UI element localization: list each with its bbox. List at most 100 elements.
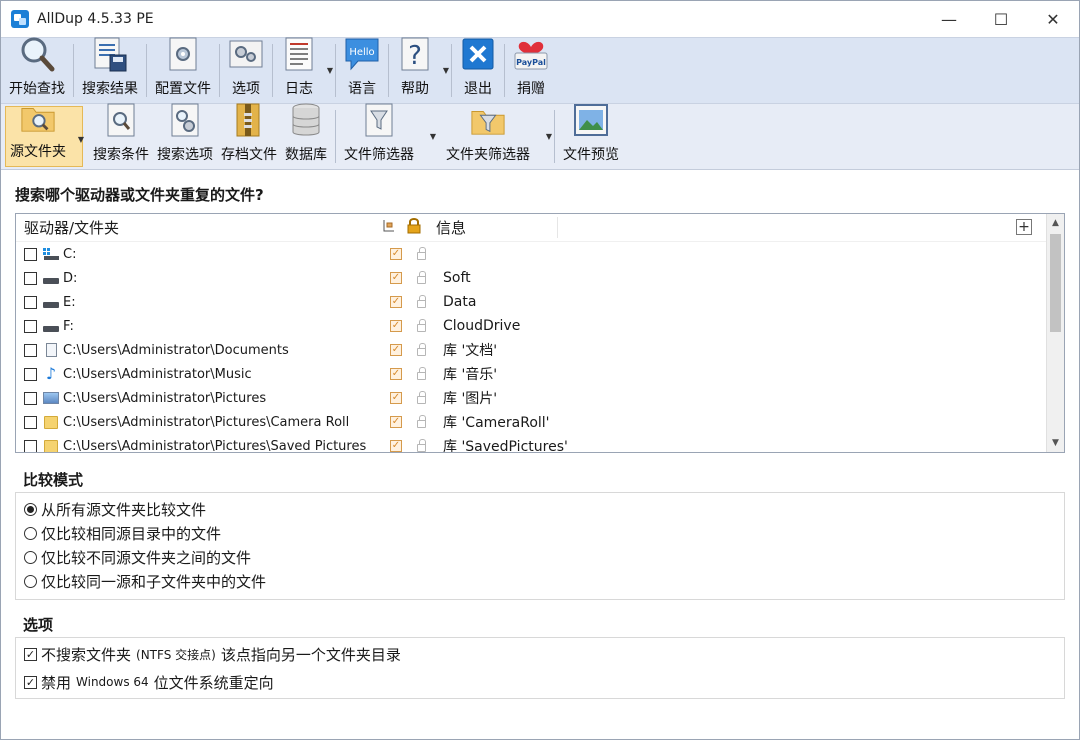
lock-icon[interactable] — [407, 367, 435, 380]
close-button[interactable]: ✕ — [1027, 1, 1079, 37]
row-info: 库 'CameraRoll' — [443, 415, 550, 431]
source-folder-dropdown-icon[interactable]: ▼ — [78, 135, 84, 144]
file-filter-button[interactable]: 文件筛选器 ▼ — [340, 103, 436, 169]
toolbar-separator — [146, 44, 147, 97]
list-item[interactable]: D: ✓ Soft — [16, 266, 1046, 290]
list-scrollbar[interactable]: ▲ ▼ — [1046, 214, 1064, 452]
list-item[interactable]: C:\Users\Administrator\Pictures\Saved Pi… — [16, 434, 1046, 452]
row-checkbox[interactable] — [24, 271, 37, 285]
file-preview-button[interactable]: 文件预览 — [559, 104, 623, 169]
row-checkbox[interactable] — [24, 319, 37, 333]
row-path: C:\Users\Administrator\Pictures — [63, 390, 267, 406]
start-search-button[interactable]: 开始查找 — [5, 35, 69, 103]
row-info: 库 '文档' — [443, 343, 498, 359]
minimize-button[interactable]: — — [923, 1, 975, 37]
search-options-button[interactable]: 搜索选项 — [153, 103, 217, 169]
column-header-info[interactable]: 信息 — [428, 217, 558, 238]
option-checkbox-checked[interactable]: ✓ — [24, 675, 37, 689]
row-checkbox[interactable] — [24, 295, 37, 309]
search-results-button[interactable]: 搜索结果 — [78, 37, 142, 103]
window-controls: — ☐ ✕ — [923, 1, 1079, 37]
add-column-button[interactable]: + — [1016, 219, 1032, 235]
list-item[interactable]: C:\Users\Administrator\Pictures ✓ 库 '图片' — [16, 386, 1046, 410]
include-subfolders-checkbox[interactable]: ✓ — [385, 344, 407, 356]
toolbar-primary: 开始查找 搜索结果 配置文件 选项 日志 ▼ Hello 语言 ? 帮助 ▼ 退… — [1, 37, 1079, 103]
row-checkbox[interactable] — [24, 247, 37, 261]
donate-button[interactable]: PayPal 捐赠 — [509, 38, 553, 103]
log-dropdown-icon[interactable]: ▼ — [327, 66, 333, 75]
search-criteria-button[interactable]: 搜索条件 — [89, 103, 153, 169]
subfolder-flag-column-icon[interactable] — [378, 219, 400, 236]
list-item[interactable]: E: ✓ Data — [16, 290, 1046, 314]
config-file-button[interactable]: 配置文件 — [151, 37, 215, 103]
lock-icon[interactable] — [407, 319, 435, 332]
include-subfolders-checkbox[interactable]: ✓ — [385, 416, 407, 428]
lock-icon[interactable] — [407, 295, 435, 308]
include-subfolders-checkbox[interactable]: ✓ — [385, 368, 407, 380]
folder-filter-icon — [470, 101, 506, 139]
option-skip-ntfs-junctions[interactable]: ✓ 不搜索文件夹 (NTFS 交接点) 该点指向另一个文件夹目录 — [24, 640, 1056, 668]
radio-selected[interactable] — [24, 502, 37, 516]
language-button[interactable]: Hello 语言 — [340, 38, 384, 103]
compare-option-all-sources[interactable]: 从所有源文件夹比较文件 — [24, 497, 1056, 521]
row-checkbox[interactable] — [24, 367, 37, 381]
include-subfolders-checkbox[interactable]: ✓ — [385, 392, 407, 404]
lock-icon[interactable] — [407, 343, 435, 356]
row-checkbox[interactable] — [24, 343, 37, 357]
radio-unselected[interactable] — [24, 550, 37, 564]
drive-c-icon — [42, 246, 60, 262]
source-folder-list[interactable]: 驱动器/文件夹 信息 + C: ✓ D: ✓ Soft E: ✓ Data F:… — [15, 213, 1065, 453]
row-checkbox[interactable] — [24, 415, 37, 429]
database-button[interactable]: 数据库 — [281, 103, 331, 169]
source-question-heading: 搜索哪个驱动器或文件夹重复的文件? — [15, 186, 264, 204]
help-button[interactable]: ? 帮助 ▼ — [393, 37, 449, 103]
row-info: CloudDrive — [443, 318, 521, 334]
exit-button[interactable]: 退出 — [456, 38, 500, 103]
lock-column-icon[interactable] — [400, 217, 428, 238]
lock-icon[interactable] — [407, 247, 435, 260]
radio-unselected[interactable] — [24, 526, 37, 540]
radio-unselected[interactable] — [24, 574, 37, 588]
list-item[interactable]: C: ✓ — [16, 242, 1046, 266]
source-folder-button[interactable]: 源文件夹 ▼ — [5, 106, 84, 167]
folder-filter-dropdown-icon[interactable]: ▼ — [546, 132, 552, 141]
lock-icon[interactable] — [407, 391, 435, 404]
file-preview-icon — [573, 101, 609, 139]
option-checkbox-checked[interactable]: ✓ — [24, 647, 37, 661]
lock-icon[interactable] — [407, 271, 435, 284]
row-path: D: — [63, 270, 78, 286]
documents-icon — [42, 342, 60, 358]
drive-icon — [42, 318, 60, 334]
log-button[interactable]: 日志 ▼ — [277, 37, 333, 103]
row-checkbox[interactable] — [24, 439, 37, 452]
list-item[interactable]: C:\Users\Administrator\Pictures\Camera R… — [16, 410, 1046, 434]
compare-option-same-source[interactable]: 仅比较相同源目录中的文件 — [24, 521, 1056, 545]
compare-option-between-sources[interactable]: 仅比较不同源文件夹之间的文件 — [24, 545, 1056, 569]
lock-icon[interactable] — [407, 439, 435, 452]
magnifier-icon — [19, 35, 55, 73]
include-subfolders-checkbox[interactable]: ✓ — [385, 440, 407, 452]
scroll-up-icon[interactable]: ▲ — [1047, 214, 1064, 232]
help-dropdown-icon[interactable]: ▼ — [443, 66, 449, 75]
scroll-thumb[interactable] — [1050, 234, 1061, 332]
option-disable-wow64-redirection[interactable]: ✓ 禁用 Windows 64 位文件系统重定向 — [24, 668, 1056, 696]
list-item[interactable]: F: ✓ CloudDrive — [16, 314, 1046, 338]
file-filter-dropdown-icon[interactable]: ▼ — [430, 132, 436, 141]
include-subfolders-checkbox[interactable]: ✓ — [385, 296, 407, 308]
maximize-button[interactable]: ☐ — [975, 1, 1027, 37]
compare-option-same-source-subfolders[interactable]: 仅比较同一源和子文件夹中的文件 — [24, 569, 1056, 593]
scroll-down-icon[interactable]: ▼ — [1047, 434, 1064, 452]
archive-files-button[interactable]: 存档文件 — [217, 103, 281, 169]
paypal-heart-icon: PayPal — [513, 35, 549, 73]
column-header-drive-folder[interactable]: 驱动器/文件夹 — [16, 217, 378, 238]
include-subfolders-checkbox[interactable]: ✓ — [385, 320, 407, 332]
lock-icon[interactable] — [407, 415, 435, 428]
row-checkbox[interactable] — [24, 391, 37, 405]
list-item[interactable]: ♪ C:\Users\Administrator\Music ✓ 库 '音乐' — [16, 362, 1046, 386]
include-subfolders-checkbox[interactable]: ✓ — [385, 248, 407, 260]
list-item[interactable]: C:\Users\Administrator\Documents ✓ 库 '文档… — [16, 338, 1046, 362]
include-subfolders-checkbox[interactable]: ✓ — [385, 272, 407, 284]
folder-filter-button[interactable]: 文件夹筛选器 ▼ — [442, 101, 552, 169]
options-group: 选项 ✓ 不搜索文件夹 (NTFS 交接点) 该点指向另一个文件夹目录 ✓ 禁用… — [15, 614, 1065, 699]
options-button[interactable]: 选项 — [224, 38, 268, 103]
